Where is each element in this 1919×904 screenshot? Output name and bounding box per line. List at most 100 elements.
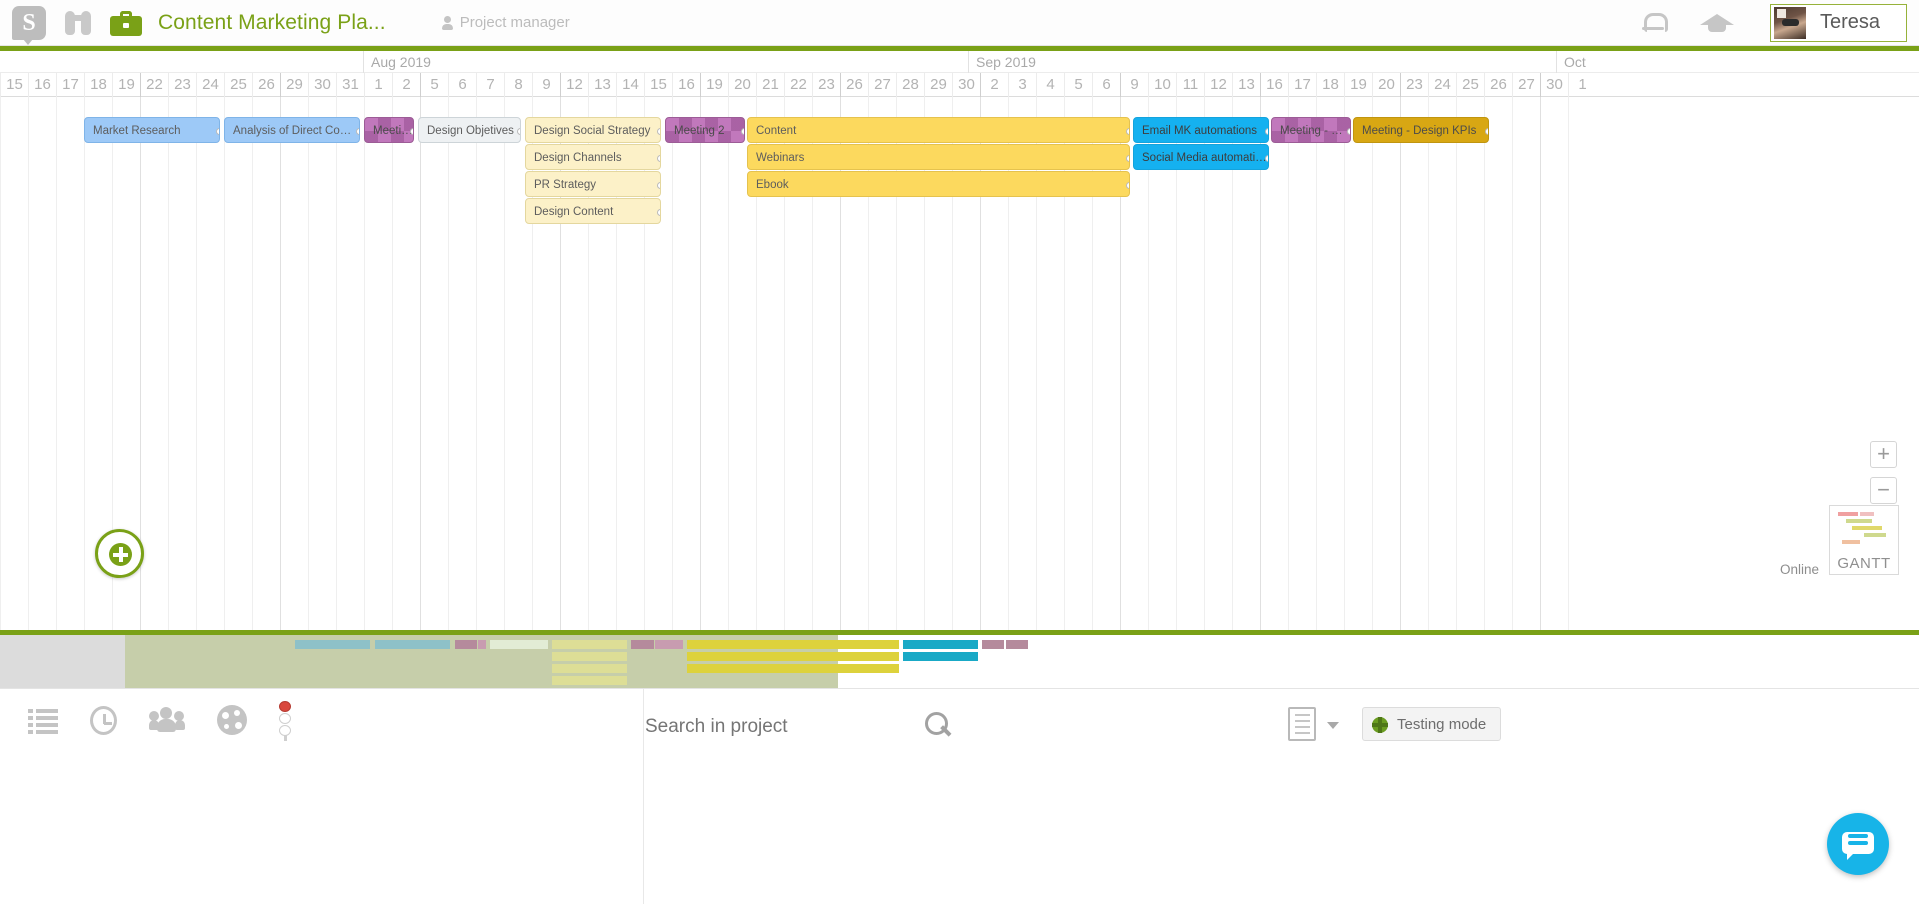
timeline-day-cell[interactable]: 6 — [1092, 73, 1120, 97]
task-link-handle[interactable] — [517, 128, 520, 135]
timeline-day-cell[interactable]: 16 — [672, 73, 700, 97]
page-title[interactable]: Content Marketing Pla... — [158, 11, 386, 35]
timeline-day-cell[interactable]: 9 — [532, 73, 560, 97]
dashboard-icon[interactable] — [217, 705, 247, 735]
timeline-day-cell[interactable]: 5 — [420, 73, 448, 97]
timeline-day-cell[interactable]: 26 — [252, 73, 280, 97]
timeline-day-cell[interactable]: 15 — [0, 73, 28, 97]
task-link-handle[interactable] — [1126, 182, 1129, 189]
briefcase-icon[interactable] — [110, 10, 142, 36]
timeline-day-cell[interactable]: 17 — [1288, 73, 1316, 97]
timeline-day-cell[interactable]: 26 — [1484, 73, 1512, 97]
timeline-day-cell[interactable]: 19 — [112, 73, 140, 97]
timeline-day-cell[interactable]: 18 — [1316, 73, 1344, 97]
timeline-day-cell[interactable]: 24 — [1428, 73, 1456, 97]
task-link-handle[interactable] — [741, 128, 744, 135]
gantt-task-bar[interactable]: Analysis of Direct Compet... — [224, 117, 360, 143]
timeline-day-cell[interactable]: 6 — [448, 73, 476, 97]
minimap-viewport[interactable] — [125, 635, 1028, 688]
gantt-task-bar[interactable]: Meeting - Pre... — [1271, 117, 1351, 143]
chevron-down-icon[interactable] — [1327, 722, 1339, 729]
timeline-day-cell[interactable]: 24 — [196, 73, 224, 97]
timeline-day-cell[interactable]: 30 — [952, 73, 980, 97]
search-icon[interactable] — [922, 709, 958, 745]
timeline-day-cell[interactable]: 29 — [280, 73, 308, 97]
timeline-day-cell[interactable]: 31 — [336, 73, 364, 97]
zoom-out-button[interactable]: − — [1870, 477, 1897, 504]
binoculars-icon[interactable] — [64, 10, 92, 36]
timeline-day-cell[interactable]: 9 — [1120, 73, 1148, 97]
gantt-task-bar[interactable]: Design Channels — [525, 144, 661, 170]
timeline-day-cell[interactable]: 4 — [1036, 73, 1064, 97]
add-task-button[interactable] — [95, 529, 144, 578]
gantt-task-bar[interactable]: Design Objetives — [418, 117, 521, 143]
zoom-in-button[interactable]: + — [1870, 441, 1897, 468]
timeline-day-cell[interactable]: 28 — [896, 73, 924, 97]
gantt-task-bar[interactable]: Social Media automations — [1133, 144, 1269, 170]
gantt-thumbnail[interactable]: GANTT — [1829, 505, 1899, 575]
task-link-handle[interactable] — [1485, 128, 1488, 135]
gantt-chart-area[interactable]: Market Research Analysis of Direct Compet… — [0, 97, 1919, 630]
team-icon[interactable] — [149, 707, 185, 733]
gantt-task-bar[interactable]: Design Content — [525, 198, 661, 224]
timeline-day-cell[interactable]: 15 — [644, 73, 672, 97]
timeline-day-cell[interactable]: 23 — [812, 73, 840, 97]
task-link-handle[interactable] — [1265, 155, 1268, 162]
graduation-cap-icon[interactable] — [1699, 11, 1734, 35]
timeline-day-cell[interactable]: 16 — [1260, 73, 1288, 97]
timeline-day-cell[interactable]: 16 — [28, 73, 56, 97]
timeline-day-cell[interactable]: 26 — [840, 73, 868, 97]
task-link-handle[interactable] — [1126, 128, 1129, 135]
search-field[interactable] — [645, 705, 960, 749]
search-input[interactable] — [645, 705, 960, 749]
timeline-day-cell[interactable]: 3 — [1008, 73, 1036, 97]
timeline-day-cell[interactable]: 18 — [84, 73, 112, 97]
timeline-day-cell[interactable]: 22 — [140, 73, 168, 97]
timeline-day-cell[interactable]: 19 — [1344, 73, 1372, 97]
gantt-task-bar[interactable]: Ebook — [747, 171, 1130, 197]
user-menu[interactable]: Teresa — [1769, 3, 1907, 42]
timeline-day-cell[interactable]: 23 — [168, 73, 196, 97]
timeline-day-cell[interactable]: 13 — [1232, 73, 1260, 97]
task-link-handle[interactable] — [657, 182, 660, 189]
task-link-handle[interactable] — [356, 128, 359, 135]
timeline-day-cell[interactable]: 20 — [1372, 73, 1400, 97]
gantt-task-bar[interactable]: Market Research — [84, 117, 220, 143]
timeline-day-cell[interactable]: 17 — [56, 73, 84, 97]
gantt-task-bar[interactable]: Meetin... — [364, 117, 414, 143]
traffic-light-icon[interactable] — [279, 701, 291, 741]
timeline-day-cell[interactable]: 25 — [224, 73, 252, 97]
task-link-handle[interactable] — [657, 128, 660, 135]
timeline-day-cell[interactable]: 25 — [1456, 73, 1484, 97]
timeline-day-cell[interactable]: 1 — [1568, 73, 1596, 97]
task-link-handle[interactable] — [657, 155, 660, 162]
gantt-task-bar[interactable]: Email MK automations — [1133, 117, 1269, 143]
sinnaps-logo-icon[interactable]: S — [12, 5, 46, 45]
timeline-day-cell[interactable]: 29 — [924, 73, 952, 97]
bell-icon[interactable] — [1641, 11, 1668, 35]
timeline-day-cell[interactable]: 2 — [392, 73, 420, 97]
timeline-day-cell[interactable]: 5 — [1064, 73, 1092, 97]
timeline-day-cell[interactable]: 13 — [588, 73, 616, 97]
minimap[interactable] — [0, 635, 1919, 688]
task-link-handle[interactable] — [657, 209, 660, 216]
timeline-day-cell[interactable]: 30 — [308, 73, 336, 97]
timeline-day-cell[interactable]: 11 — [1176, 73, 1204, 97]
gantt-task-bar[interactable]: PR Strategy — [525, 171, 661, 197]
gantt-task-bar[interactable]: Content — [747, 117, 1130, 143]
timeline-day-cell[interactable]: 14 — [616, 73, 644, 97]
timeline-day-cell[interactable]: 7 — [476, 73, 504, 97]
document-icon[interactable] — [1288, 707, 1316, 741]
clock-icon[interactable] — [90, 705, 117, 735]
task-link-handle[interactable] — [1265, 128, 1268, 135]
chat-bubble-icon[interactable] — [1827, 813, 1889, 875]
task-link-handle[interactable] — [1347, 128, 1350, 135]
task-link-handle[interactable] — [410, 128, 413, 135]
timeline-day-cell[interactable]: 10 — [1148, 73, 1176, 97]
timeline-day-cell[interactable]: 21 — [756, 73, 784, 97]
testing-mode-button[interactable]: Testing mode — [1362, 707, 1502, 741]
timeline-day-cell[interactable]: 22 — [784, 73, 812, 97]
timeline-day-cell[interactable]: 27 — [868, 73, 896, 97]
gantt-task-bar[interactable]: Meeting - Design KPIs — [1353, 117, 1489, 143]
timeline-day-cell[interactable]: 1 — [364, 73, 392, 97]
